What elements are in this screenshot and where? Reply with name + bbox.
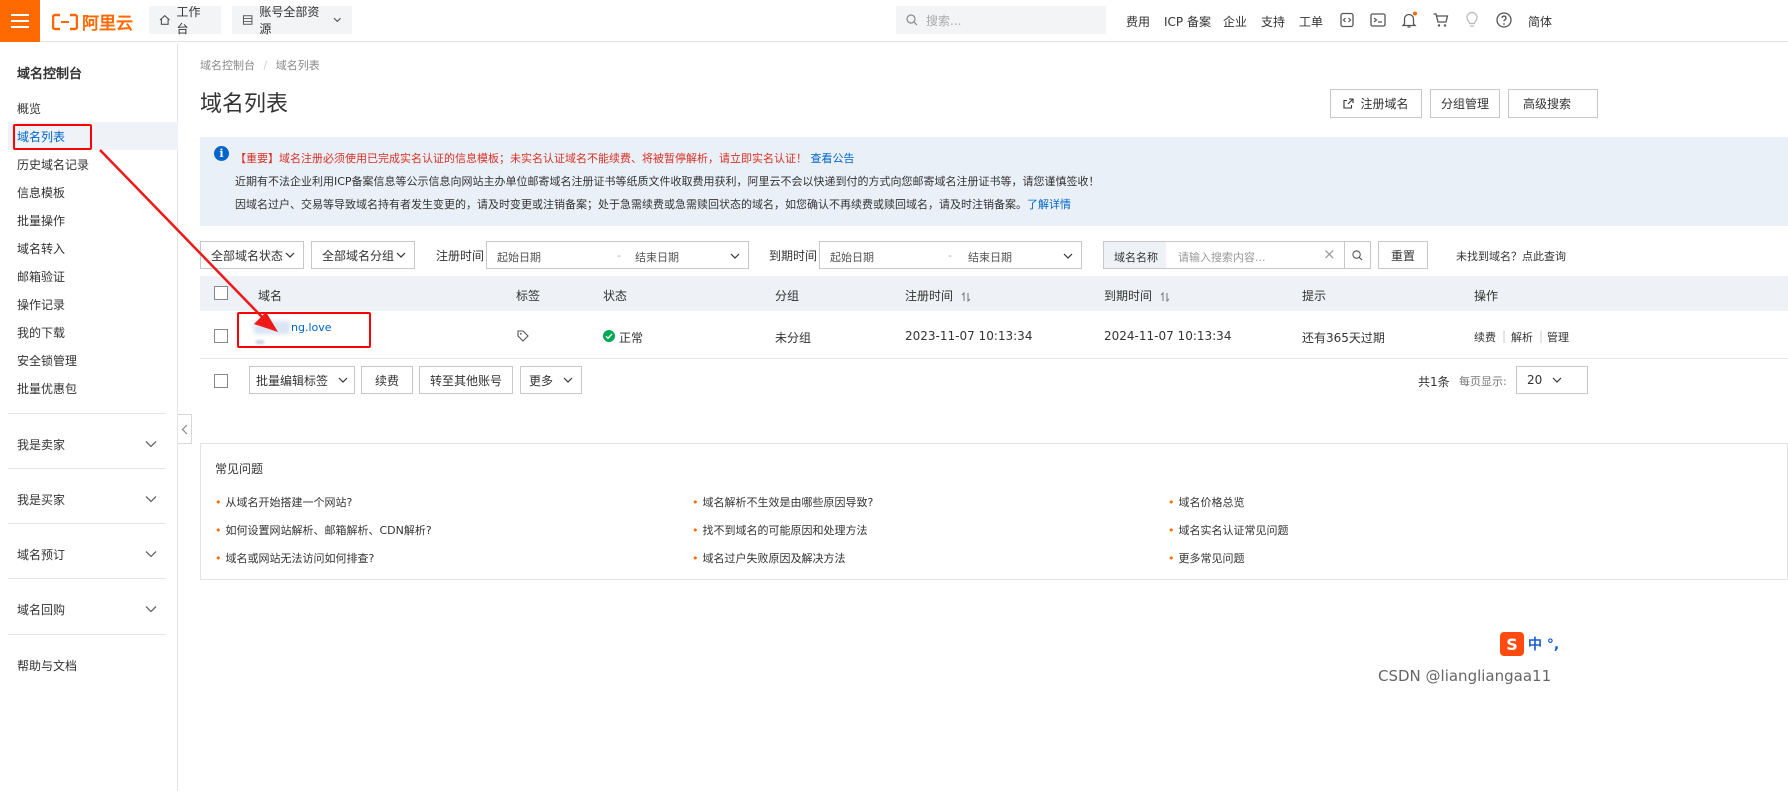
ime-text: 中 °, — [1528, 637, 1560, 653]
ime-indicator: S 中 °, — [1500, 632, 1559, 656]
watermark: CSDN @liangliangaa11 — [1378, 667, 1552, 685]
app-root: 阿里云 工作台 账号全部资源 搜索... 费用 ICP 备案 企业 支持 工单 … — [0, 0, 1788, 791]
ime-logo-icon: S — [1500, 632, 1524, 656]
